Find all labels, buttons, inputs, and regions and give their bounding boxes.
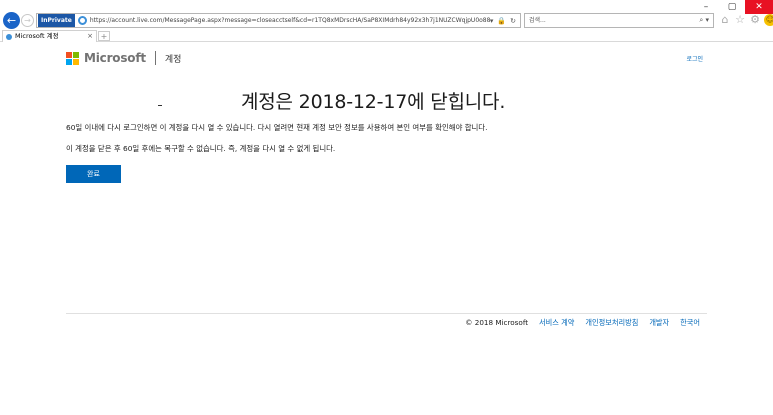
address-bar[interactable]: InPrivate https://account.live.com/Messa… <box>36 13 521 28</box>
signin-link[interactable]: 로그인 <box>686 54 703 63</box>
page-content: Microsoft 계정 로그인 계정은 2018-12-17에 닫힙니다. 6… <box>0 42 773 415</box>
decorative-dash <box>158 105 162 106</box>
tab-label: Microsoft 계정 <box>15 32 59 40</box>
back-arrow-icon[interactable]: ← <box>3 12 20 29</box>
done-button[interactable]: 완료 <box>66 165 121 183</box>
smiley-icon[interactable]: ☺ <box>764 14 773 26</box>
header-divider <box>154 51 156 65</box>
search-icon[interactable]: ⌕ ▾ <box>699 14 709 27</box>
forward-arrow-icon[interactable]: → <box>21 14 34 27</box>
tab-microsoft-account[interactable]: Microsoft 계정 × <box>2 30 97 42</box>
tab-close-icon[interactable]: × <box>87 31 96 42</box>
section-label: 계정 <box>164 54 182 65</box>
gear-icon[interactable]: ⚙ <box>749 14 761 26</box>
page-title: 계정은 2018-12-17에 닫힙니다. <box>241 91 506 113</box>
navigation-bar: ← → InPrivate https://account.live.com/M… <box>0 12 773 30</box>
info-paragraph-1: 60일 이내에 다시 로그인하면 이 계정을 다시 열 수 있습니다. 다시 열… <box>66 123 488 132</box>
search-input[interactable]: 검색... ⌕ ▾ <box>524 13 714 28</box>
tab-strip: Microsoft 계정 × + <box>0 30 773 42</box>
site-header: Microsoft 계정 <box>66 51 181 65</box>
brand-name[interactable]: Microsoft <box>84 51 146 65</box>
inprivate-badge: InPrivate <box>38 14 75 27</box>
url-text[interactable]: https://account.live.com/MessagePage.asp… <box>90 17 490 24</box>
microsoft-logo-icon[interactable] <box>66 51 79 65</box>
footer-link-privacy[interactable]: 개인정보처리방침 <box>585 318 638 328</box>
browser-chrome: – ▢ ✕ ← → InPrivate https://account.live… <box>0 0 773 42</box>
dropdown-icon[interactable]: ▾ <box>490 17 494 25</box>
home-icon[interactable]: ⌂ <box>719 14 731 26</box>
new-tab-button[interactable]: + <box>98 31 110 41</box>
lock-icon[interactable]: 🔒 <box>497 17 506 25</box>
tab-favicon-icon <box>6 33 12 40</box>
toolbar-icons: ⌂ ☆ ⚙ ☺ <box>719 14 773 26</box>
footer-link-developers[interactable]: 개발자 <box>649 318 669 328</box>
copyright-text: © 2018 Microsoft <box>465 318 529 327</box>
info-paragraph-2: 이 계정을 닫은 후 60일 후에는 복구할 수 없습니다. 즉, 계정을 다시… <box>66 144 336 153</box>
footer-link-language[interactable]: 한국어 <box>680 318 700 328</box>
star-icon[interactable]: ☆ <box>734 14 746 26</box>
footer-divider <box>66 313 707 314</box>
refresh-icon[interactable]: ↻ <box>510 17 516 25</box>
site-footer: © 2018 Microsoft 서비스 계약 개인정보처리방침 개발자 한국어 <box>465 318 700 328</box>
search-placeholder: 검색... <box>529 17 546 24</box>
address-actions: ▾ 🔒 ↻ <box>490 17 520 25</box>
ie-favicon-icon <box>77 16 87 25</box>
footer-link-terms[interactable]: 서비스 계약 <box>539 318 574 328</box>
